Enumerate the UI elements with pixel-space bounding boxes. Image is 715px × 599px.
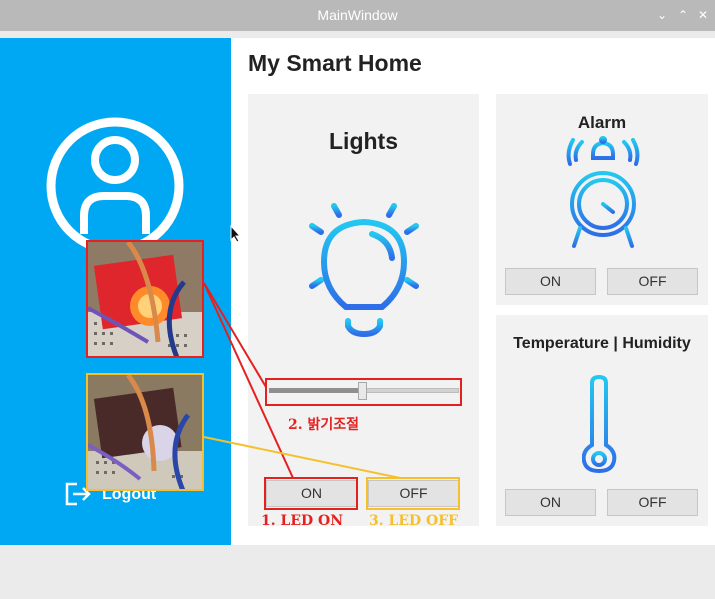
mouse-cursor-icon xyxy=(230,225,242,243)
annotation-brightness: 2. 밝기조절 xyxy=(288,417,360,433)
annotation-led-off: 3. LED OFF xyxy=(369,513,459,529)
slider-highlight-box xyxy=(265,378,462,406)
on-highlight-box xyxy=(264,477,358,510)
annotation-led-on: 1. LED ON xyxy=(261,513,344,529)
off-highlight-box xyxy=(366,477,460,510)
